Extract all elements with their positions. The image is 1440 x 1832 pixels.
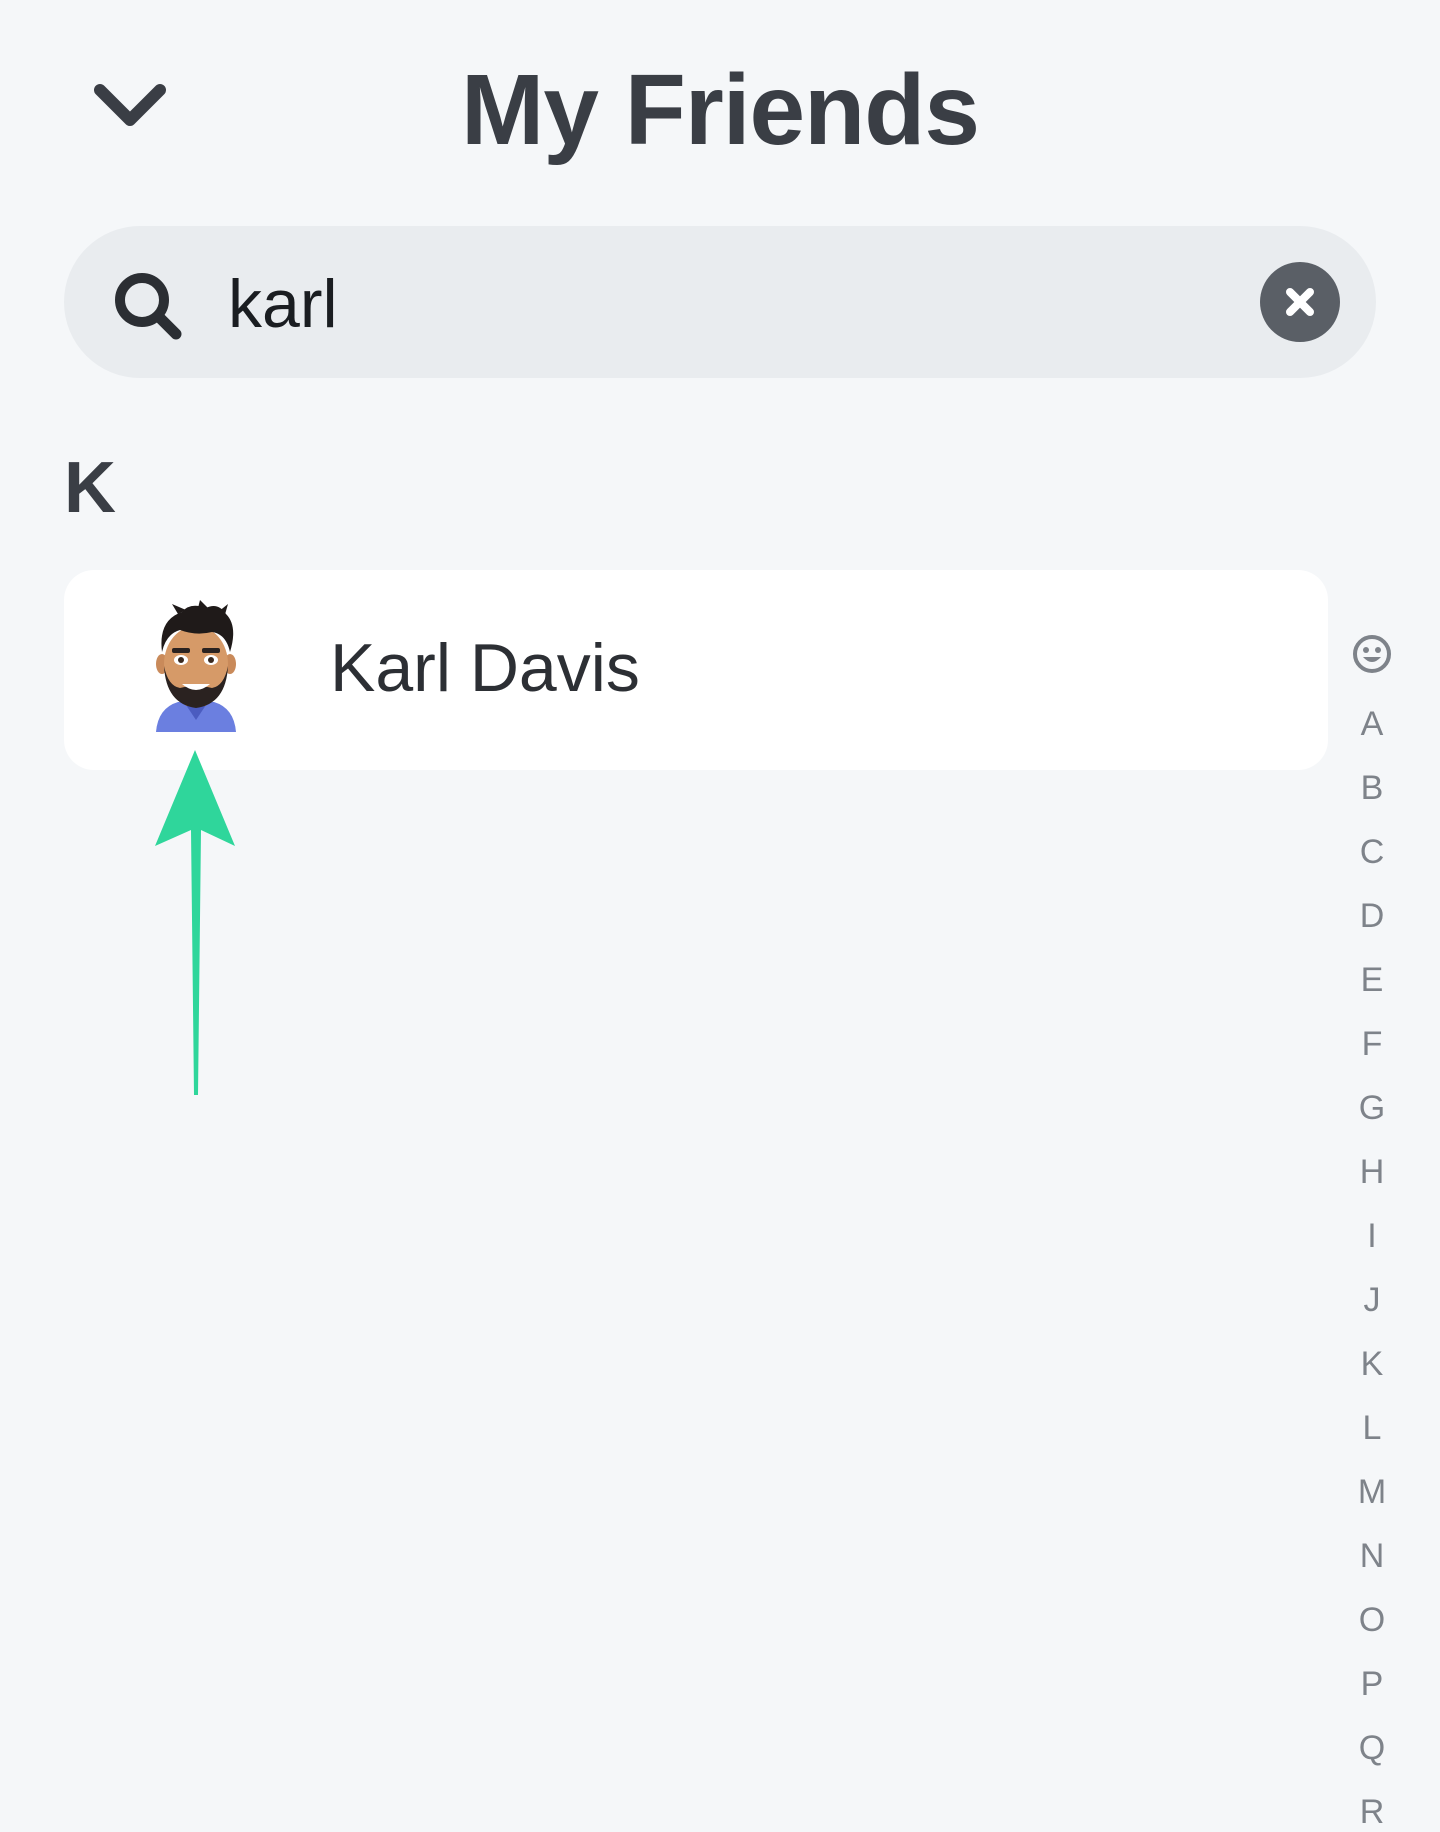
search-icon bbox=[115, 273, 182, 340]
alpha-index-g[interactable]: G bbox=[1340, 1088, 1404, 1128]
alpha-index-e[interactable]: E bbox=[1340, 960, 1404, 1000]
section-header: K bbox=[64, 448, 116, 528]
alpha-index-r[interactable]: R bbox=[1340, 1792, 1404, 1832]
alpha-index-k[interactable]: K bbox=[1340, 1344, 1404, 1384]
alpha-index-m[interactable]: M bbox=[1340, 1472, 1404, 1512]
alpha-index-b[interactable]: B bbox=[1340, 768, 1404, 808]
clear-icon bbox=[1286, 288, 1314, 316]
alpha-index-n[interactable]: N bbox=[1340, 1536, 1404, 1576]
alpha-index-p[interactable]: P bbox=[1340, 1664, 1404, 1704]
clear-search-button[interactable] bbox=[1260, 262, 1340, 342]
friend-row[interactable] bbox=[64, 570, 1328, 770]
search-input[interactable] bbox=[228, 256, 1218, 352]
annotation-arrow bbox=[155, 750, 235, 1095]
smiley-icon[interactable] bbox=[1352, 634, 1392, 674]
alpha-index-o[interactable]: O bbox=[1340, 1600, 1404, 1640]
page-title: My Friends bbox=[461, 54, 980, 166]
alpha-index-j[interactable]: J bbox=[1340, 1280, 1404, 1320]
alpha-index-d[interactable]: D bbox=[1340, 896, 1404, 936]
bitmoji-avatar bbox=[156, 600, 236, 732]
alpha-index-a[interactable]: A bbox=[1340, 704, 1404, 744]
alpha-index-f[interactable]: F bbox=[1340, 1024, 1404, 1064]
alpha-index-c[interactable]: C bbox=[1340, 832, 1404, 872]
alpha-index-i[interactable]: I bbox=[1340, 1216, 1404, 1256]
alpha-index-q[interactable]: Q bbox=[1340, 1728, 1404, 1768]
alpha-index-l[interactable]: L bbox=[1340, 1408, 1404, 1448]
alpha-index-h[interactable]: H bbox=[1340, 1152, 1404, 1192]
friend-name: Karl Davis bbox=[330, 630, 640, 706]
